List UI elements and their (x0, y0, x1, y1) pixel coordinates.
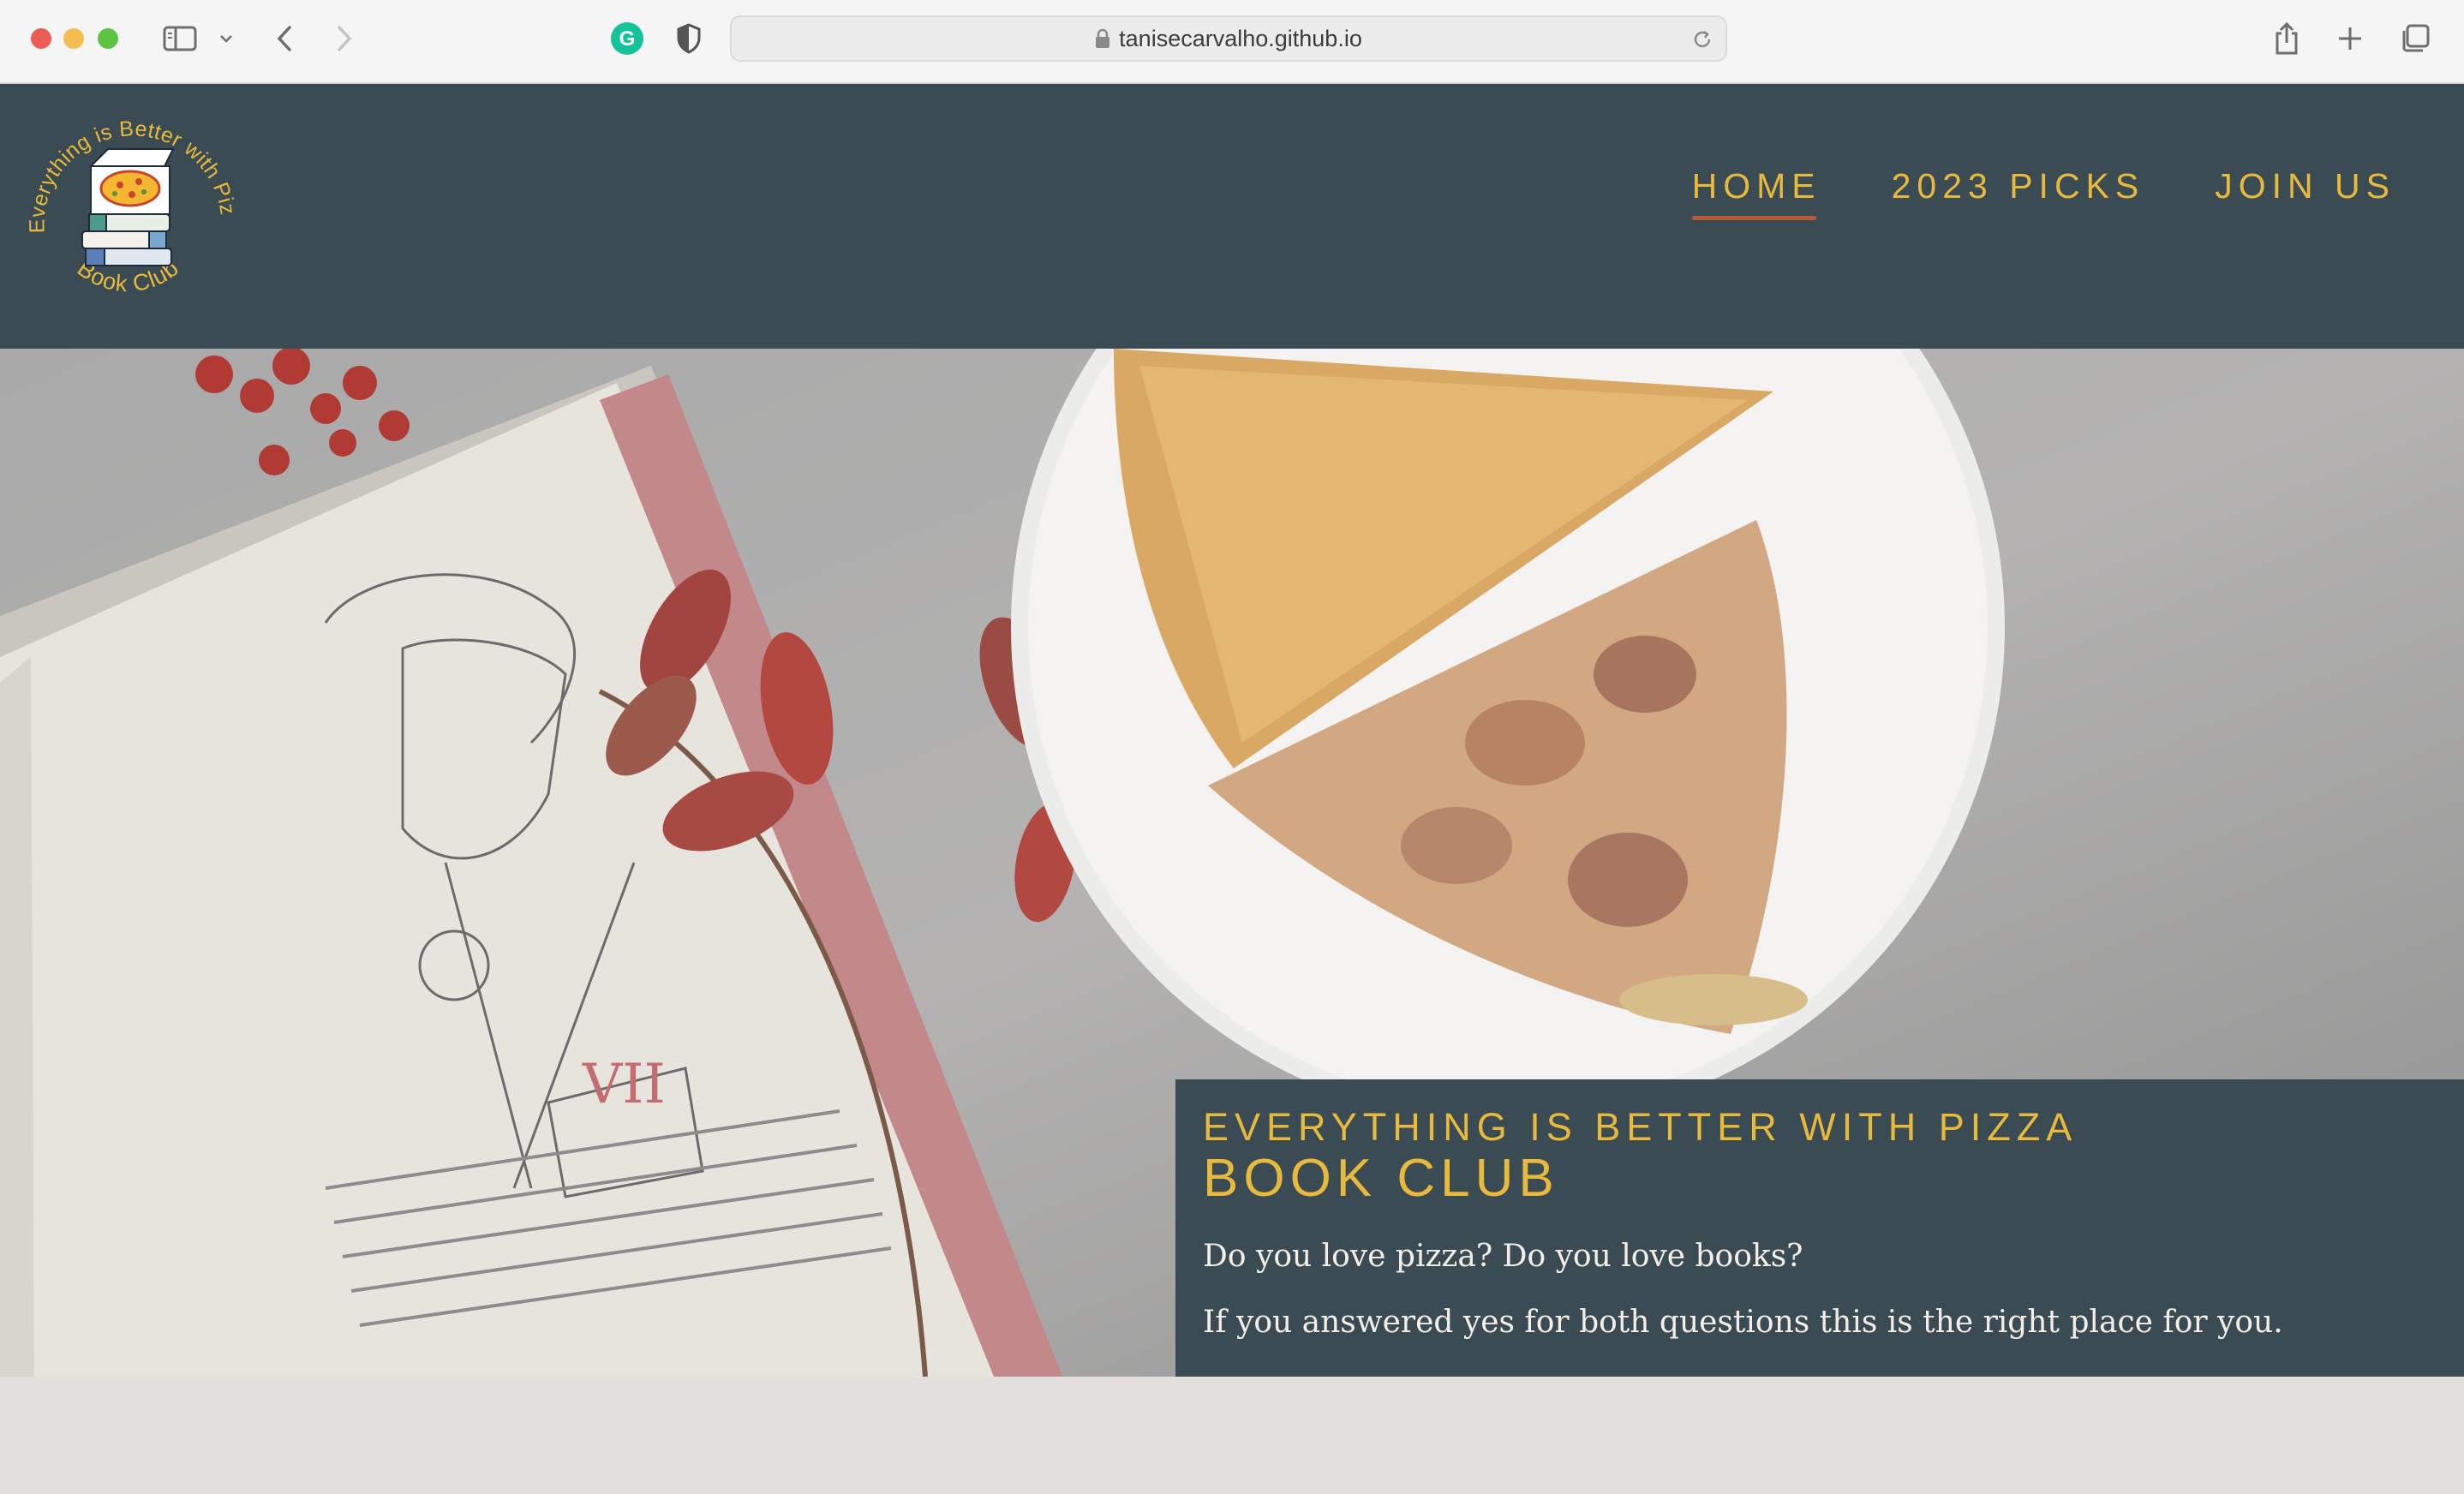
url-text: tanisecarvalho.github.io (1119, 25, 1362, 51)
plus-icon[interactable] (2330, 19, 2370, 58)
share-icon[interactable] (2267, 19, 2306, 58)
minimize-window-button[interactable] (63, 28, 84, 49)
lock-icon (1095, 28, 1110, 49)
nav-join-us[interactable]: JOIN US (2215, 166, 2395, 213)
main-nav: HOME 2023 PICKS JOIN US (1691, 166, 2395, 220)
nav-2023-picks[interactable]: 2023 PICKS (1892, 166, 2145, 213)
hero-tagline: EVERYTHING IS BETTER WITH PIZZA (1203, 1105, 2078, 1149)
pizza-box-icon (88, 148, 175, 215)
close-window-button[interactable] (31, 28, 51, 49)
browser-toolbar: G tanisecarvalho.github.io (0, 0, 2464, 84)
books-stack-icon (81, 213, 172, 266)
svg-text:G: G (619, 27, 636, 51)
back-icon[interactable] (267, 19, 302, 58)
grammarly-icon[interactable]: G (608, 19, 646, 58)
zoom-window-button[interactable] (98, 28, 118, 49)
hero-section: VII EVERYTHING IS BETTER WITH PIZZA BOOK… (0, 349, 2464, 1377)
book-club-logo[interactable]: Everything is Better with Pizza Book Clu… (13, 77, 240, 312)
illustration-numeral: VII (582, 1053, 666, 1116)
sidebar-icon[interactable] (161, 19, 199, 58)
site-header: Everything is Better with Pizza Book Clu… (0, 77, 2464, 349)
forward-icon[interactable] (327, 19, 362, 58)
shield-icon[interactable] (670, 19, 708, 58)
address-bar[interactable]: tanisecarvalho.github.io (730, 15, 1727, 62)
nav-home[interactable]: HOME (1691, 166, 1821, 220)
chevron-down-icon[interactable] (216, 19, 236, 58)
hero-card: EVERYTHING IS BETTER WITH PIZZA BOOK CLU… (1175, 1079, 2464, 1377)
hero-answer: If you answered yes for both questions t… (1203, 1305, 2283, 1340)
tabs-overview-icon[interactable] (2395, 19, 2435, 58)
reload-icon[interactable] (1691, 27, 1713, 55)
hero-question: Do you love pizza? Do you love books? (1203, 1239, 1803, 1274)
hero-title: BOOK CLUB (1203, 1149, 1559, 1208)
